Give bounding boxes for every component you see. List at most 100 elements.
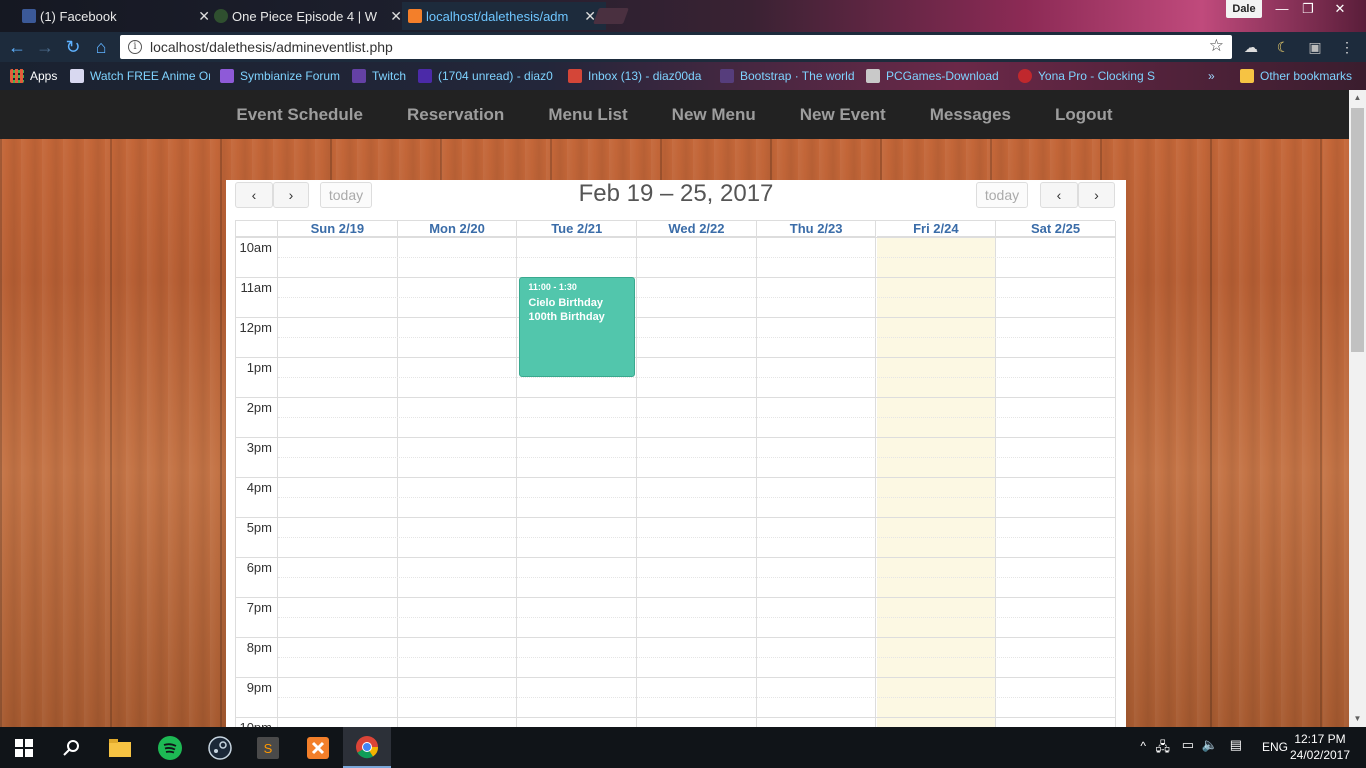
today-button[interactable]: today xyxy=(320,182,372,208)
tab-one-piece[interactable]: One Piece Episode 4 | W ✕ xyxy=(208,2,412,30)
site-navbar: Event Schedule Reservation Menu List New… xyxy=(0,90,1349,139)
day-column-today[interactable] xyxy=(876,237,997,727)
day-column[interactable] xyxy=(637,237,757,727)
bookmark-gmail[interactable]: Inbox (13) - diaz00da xyxy=(568,68,710,84)
network-icon[interactable]: 🖧 xyxy=(1156,738,1171,760)
nav-new-event[interactable]: New Event xyxy=(800,105,886,125)
bookmark-label: Inbox (13) - diaz00da xyxy=(588,69,702,83)
nav-menu-list[interactable]: Menu List xyxy=(548,105,627,125)
reload-icon[interactable]: ↻ xyxy=(62,36,84,58)
file-explorer-icon[interactable] xyxy=(96,727,144,768)
folder-icon xyxy=(1240,69,1254,83)
close-tab-icon[interactable]: ✕ xyxy=(390,8,402,25)
spotify-icon[interactable] xyxy=(146,727,194,768)
tab-localhost[interactable]: localhost/dalethesis/adm ✕ xyxy=(402,2,606,30)
event-title: Cielo Birthday xyxy=(528,297,603,309)
windows-start-icon[interactable] xyxy=(0,727,48,768)
prev-week-button-right[interactable]: ‹ xyxy=(1040,182,1078,208)
tray-overflow-icon[interactable]: ^ xyxy=(1140,739,1146,753)
nav-messages[interactable]: Messages xyxy=(930,105,1011,125)
nav-event-schedule[interactable]: Event Schedule xyxy=(236,105,363,125)
event-subtitle: 100th Birthday xyxy=(528,311,605,323)
time-label: 4pm xyxy=(246,480,272,495)
tab-title: (1) Facebook xyxy=(40,8,117,24)
bookmark-symbianize[interactable]: Symbianize Forum xyxy=(220,68,344,84)
nav-logout[interactable]: Logout xyxy=(1055,105,1113,125)
nav-new-menu[interactable]: New Menu xyxy=(672,105,756,125)
bookmark-bootstrap[interactable]: Bootstrap · The world xyxy=(720,68,856,84)
pdf-extension-icon[interactable]: ▣ xyxy=(1306,39,1324,55)
chrome-menu-icon[interactable]: ⋮ xyxy=(1338,39,1356,55)
bookmark-yona-pro[interactable]: Yona Pro - Clocking S xyxy=(1018,68,1156,84)
time-label: 5pm xyxy=(246,520,272,535)
volume-icon[interactable]: 🔈 xyxy=(1202,737,1218,753)
day-header: Thu 2/23 xyxy=(756,221,877,237)
prev-week-button[interactable]: ‹ xyxy=(235,182,273,208)
next-week-button-right[interactable]: › xyxy=(1078,182,1115,208)
hour-line xyxy=(236,237,1116,238)
bookmark-other[interactable]: Other bookmarks xyxy=(1240,68,1352,84)
time-label: 9pm xyxy=(246,680,272,695)
hour-line xyxy=(236,517,1116,518)
half-hour-line xyxy=(278,697,1116,698)
address-bar[interactable]: i localhost/dalethesis/admineventlist.ph… xyxy=(120,35,1232,59)
bookmark-star-icon[interactable]: ☆ xyxy=(1209,36,1224,56)
extension-cloud-icon[interactable]: ☁ xyxy=(1242,39,1260,55)
sublime-text-icon[interactable]: S xyxy=(244,727,292,768)
clock-time[interactable]: 12:17 PM xyxy=(1290,732,1350,746)
site-info-icon[interactable]: i xyxy=(128,40,142,54)
bookmark-watch-anime[interactable]: Watch FREE Anime Or xyxy=(70,68,210,84)
calendar: Feb 19 – 25, 2017 ‹ › today today ‹ › Su… xyxy=(226,180,1126,727)
calendar-event[interactable]: 11:00 - 1:30 Cielo Birthday 100th Birthday xyxy=(519,277,636,377)
today-button-right[interactable]: today xyxy=(976,182,1028,208)
back-arrow-icon[interactable]: ← xyxy=(6,36,28,58)
battery-icon[interactable]: ▭ xyxy=(1182,737,1194,753)
home-icon[interactable]: ⌂ xyxy=(90,36,112,58)
night-mode-moon-icon[interactable]: ☾ xyxy=(1274,39,1292,55)
search-icon[interactable] xyxy=(48,727,96,768)
half-hour-line xyxy=(278,257,1116,258)
half-hour-line xyxy=(278,417,1116,418)
profile-button[interactable]: Dale xyxy=(1226,0,1262,18)
nav-reservation[interactable]: Reservation xyxy=(407,105,504,125)
windows-taskbar: S ^ 🖧 ▭ 🔈 ▤ ENG 12:17 PM 24/02/2017 xyxy=(0,727,1366,768)
language-indicator[interactable]: ENG xyxy=(1262,740,1288,754)
new-tab-button[interactable] xyxy=(593,8,629,24)
day-column[interactable] xyxy=(398,237,518,727)
anime-site-favicon-icon xyxy=(214,9,228,23)
scroll-down-icon[interactable]: ▼ xyxy=(1349,711,1366,727)
action-center-icon[interactable]: ▤ xyxy=(1230,737,1242,753)
scrollbar-thumb[interactable] xyxy=(1351,108,1364,352)
day-column[interactable] xyxy=(996,237,1116,727)
hour-line xyxy=(236,277,1116,278)
bookmark-label: Watch FREE Anime Or xyxy=(90,69,210,83)
bookmark-pcgames[interactable]: PCGames-Download xyxy=(866,68,1000,84)
anime-site-icon xyxy=(70,69,84,83)
forward-arrow-icon[interactable]: → xyxy=(34,36,56,58)
chrome-taskbar-icon[interactable] xyxy=(343,727,391,768)
half-hour-line xyxy=(278,457,1116,458)
bookmarks-overflow-button[interactable]: » xyxy=(1208,68,1215,84)
bootstrap-icon xyxy=(720,69,734,83)
bookmark-yahoo-mail[interactable]: (1704 unread) - diaz0 xyxy=(418,68,558,84)
next-week-button[interactable]: › xyxy=(273,182,309,208)
day-header: Wed 2/22 xyxy=(637,221,757,237)
day-column[interactable] xyxy=(757,237,877,727)
hour-line xyxy=(236,677,1116,678)
half-hour-line xyxy=(278,617,1116,618)
tab-facebook[interactable]: (1) Facebook ✕ xyxy=(16,2,220,30)
bookmark-twitch[interactable]: Twitch xyxy=(352,68,412,84)
scroll-up-icon[interactable]: ▲ xyxy=(1349,90,1366,106)
window-close-icon[interactable]: ✕ xyxy=(1326,0,1354,18)
time-label: 11am xyxy=(240,280,272,295)
day-header: Sun 2/19 xyxy=(278,221,398,237)
bookmark-apps[interactable]: Apps xyxy=(10,68,57,84)
clock-date[interactable]: 24/02/2017 xyxy=(1286,748,1354,762)
bookmarks-bar: Apps Watch FREE Anime Or Symbianize Foru… xyxy=(0,62,1366,90)
day-column[interactable] xyxy=(278,237,398,727)
steam-icon[interactable] xyxy=(196,727,244,768)
restore-icon[interactable]: ❐ xyxy=(1294,0,1322,18)
minimize-icon[interactable]: — xyxy=(1268,0,1296,18)
page-scrollbar[interactable]: ▲ ▼ xyxy=(1349,90,1366,727)
xampp-icon[interactable] xyxy=(294,727,342,768)
